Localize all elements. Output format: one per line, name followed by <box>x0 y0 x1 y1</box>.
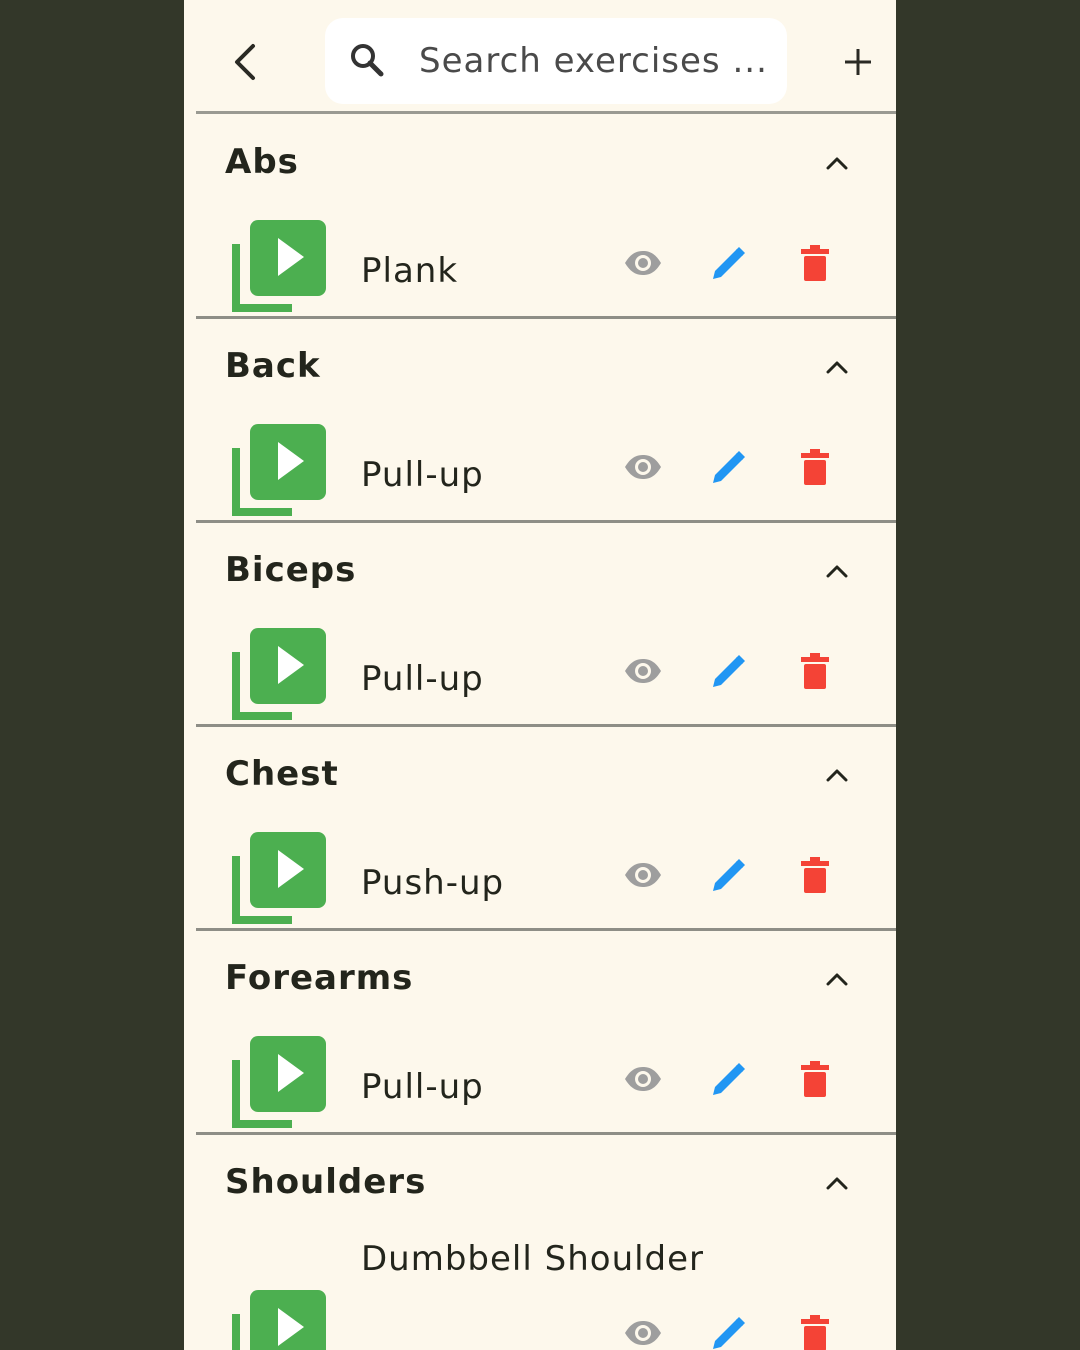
plus-icon <box>845 49 871 75</box>
search-icon <box>351 44 384 77</box>
exercise-group: Abs Plank <box>184 114 896 319</box>
top-bar <box>184 0 896 114</box>
delete-button[interactable] <box>792 648 838 694</box>
exercise-row[interactable]: Pull-up <box>184 408 896 520</box>
trash-icon <box>801 653 829 689</box>
exercise-group: Chest Push-up <box>184 726 896 931</box>
pencil-icon <box>713 1317 745 1349</box>
exercise-group: Forearms Pull-up <box>184 930 896 1135</box>
exercise-name: Dumbbell Shoulder <box>361 1239 705 1279</box>
video-library-icon[interactable] <box>230 832 326 928</box>
video-library-icon[interactable] <box>230 1036 326 1132</box>
edit-button[interactable] <box>706 648 752 694</box>
delete-button[interactable] <box>792 1310 838 1350</box>
pencil-icon <box>713 247 745 279</box>
search-bar[interactable] <box>325 18 787 104</box>
trash-icon <box>801 857 829 893</box>
collapse-button[interactable] <box>818 556 856 586</box>
video-library-icon[interactable] <box>230 1290 326 1350</box>
search-input[interactable] <box>419 38 769 84</box>
view-button[interactable] <box>620 852 666 898</box>
chevron-left-icon <box>235 44 255 80</box>
chevron-up-icon <box>826 1177 848 1190</box>
chevron-up-icon <box>826 973 848 986</box>
eye-icon <box>625 659 661 683</box>
group-title: Abs <box>225 142 299 182</box>
video-library-icon[interactable] <box>230 220 326 316</box>
exercise-group-list: Abs Plank Back Pull-up Biceps Pull-up Ch… <box>184 114 896 1350</box>
back-button[interactable] <box>220 36 272 88</box>
edit-button[interactable] <box>706 852 752 898</box>
collapse-button[interactable] <box>818 1168 856 1198</box>
exercise-row[interactable]: Pull-up <box>184 1020 896 1132</box>
collapse-button[interactable] <box>818 760 856 790</box>
view-button[interactable] <box>620 240 666 286</box>
view-button[interactable] <box>620 648 666 694</box>
group-title: Biceps <box>225 550 357 590</box>
video-library-icon[interactable] <box>230 628 326 724</box>
group-title: Back <box>225 346 321 386</box>
trash-icon <box>801 1315 829 1350</box>
delete-button[interactable] <box>792 1056 838 1102</box>
collapse-button[interactable] <box>818 148 856 178</box>
video-library-icon[interactable] <box>230 424 326 520</box>
eye-icon <box>625 1321 661 1345</box>
edit-button[interactable] <box>706 1056 752 1102</box>
exercise-group: Back Pull-up <box>184 318 896 523</box>
view-button[interactable] <box>620 1310 666 1350</box>
trash-icon <box>801 449 829 485</box>
delete-button[interactable] <box>792 240 838 286</box>
exercise-row[interactable]: Plank <box>184 204 896 316</box>
exercise-name: Pull-up <box>361 455 484 495</box>
eye-icon <box>625 863 661 887</box>
delete-button[interactable] <box>792 444 838 490</box>
add-exercise-button[interactable] <box>834 38 882 86</box>
exercise-name: Pull-up <box>361 1067 484 1107</box>
eye-icon <box>625 1067 661 1091</box>
exercise-row[interactable]: Push-up <box>184 816 896 928</box>
edit-button[interactable] <box>706 240 752 286</box>
chevron-up-icon <box>826 565 848 578</box>
collapse-button[interactable] <box>818 964 856 994</box>
exercise-group: Shoulders Dumbbell Shoulder <box>184 1134 896 1350</box>
eye-icon <box>625 455 661 479</box>
exercise-name: Push-up <box>361 863 505 903</box>
pencil-icon <box>713 1063 745 1095</box>
chevron-up-icon <box>826 157 848 170</box>
group-title: Chest <box>225 754 339 794</box>
chevron-up-icon <box>826 361 848 374</box>
group-title: Forearms <box>225 958 414 998</box>
eye-icon <box>625 251 661 275</box>
exercise-name: Plank <box>361 251 459 291</box>
exercise-group: Biceps Pull-up <box>184 522 896 727</box>
view-button[interactable] <box>620 444 666 490</box>
chevron-up-icon <box>826 769 848 782</box>
trash-icon <box>801 245 829 281</box>
pencil-icon <box>713 451 745 483</box>
collapse-button[interactable] <box>818 352 856 382</box>
pencil-icon <box>713 655 745 687</box>
exercise-row[interactable]: Dumbbell Shoulder <box>184 1224 896 1350</box>
pencil-icon <box>713 859 745 891</box>
edit-button[interactable] <box>706 1310 752 1350</box>
edit-button[interactable] <box>706 444 752 490</box>
group-title: Shoulders <box>225 1162 427 1202</box>
exercise-row[interactable]: Pull-up <box>184 612 896 724</box>
delete-button[interactable] <box>792 852 838 898</box>
view-button[interactable] <box>620 1056 666 1102</box>
app-screen: Abs Plank <box>184 0 896 1350</box>
trash-icon <box>801 1061 829 1097</box>
exercise-name: Pull-up <box>361 659 484 699</box>
